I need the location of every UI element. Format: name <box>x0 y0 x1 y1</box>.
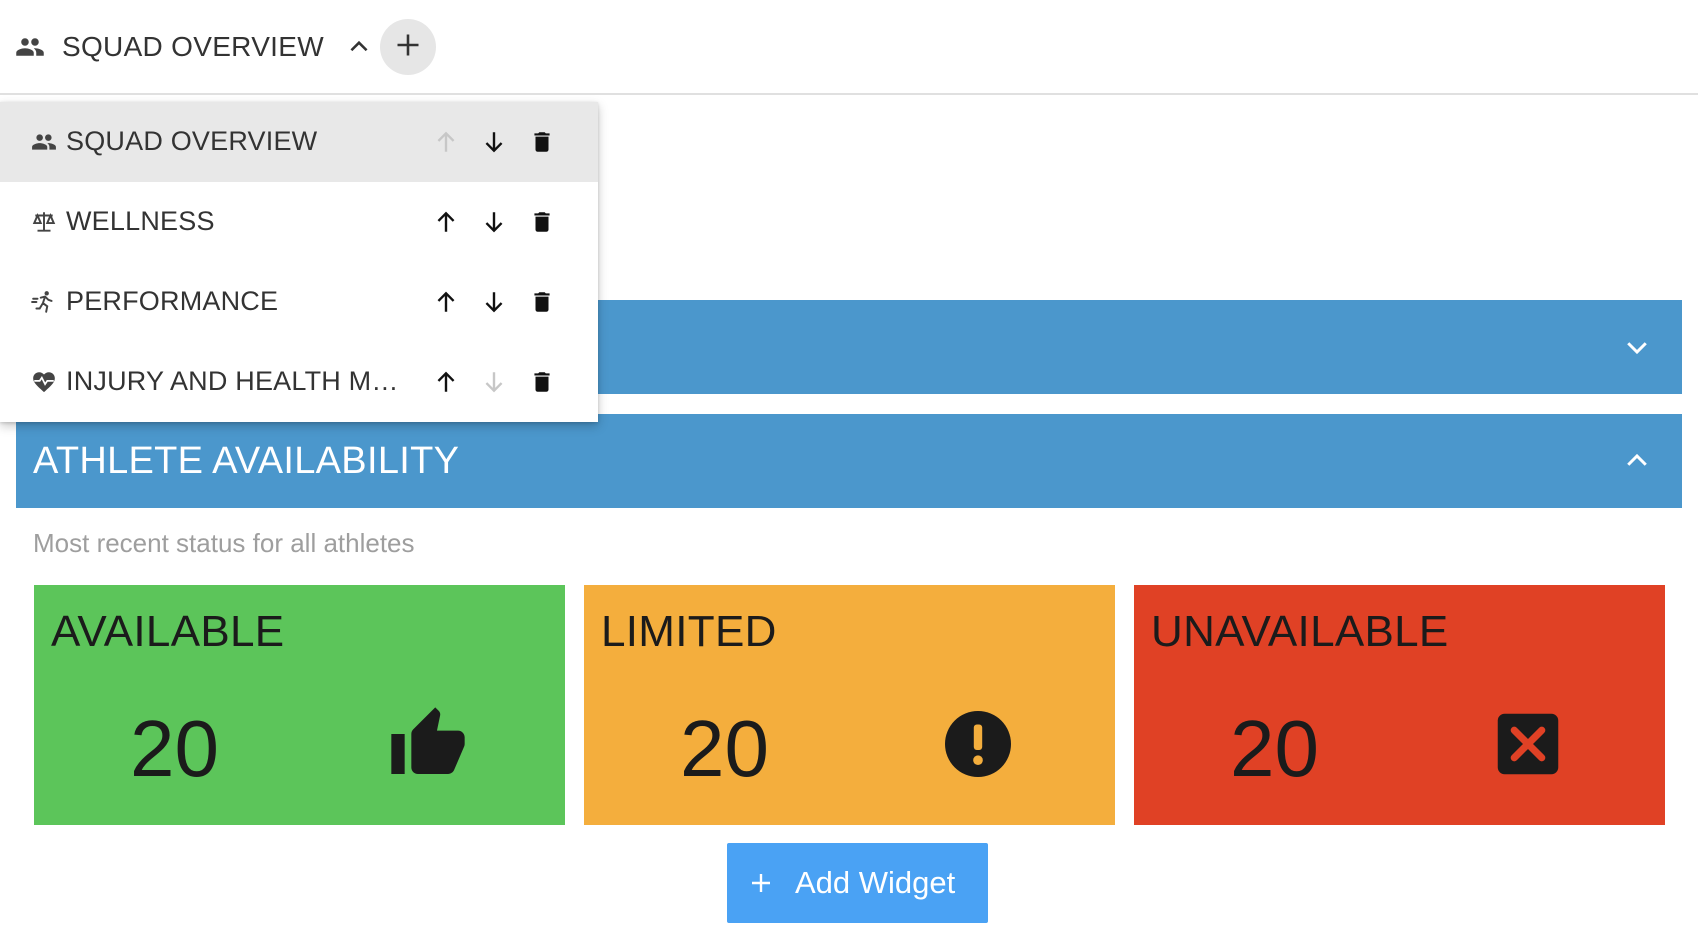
menu-item-performance[interactable]: PERFORMANCE <box>0 262 598 342</box>
top-bar: SQUAD OVERVIEW <box>0 0 1698 95</box>
menu-item-injury-and-health[interactable]: INJURY AND HEALTH MA… <box>0 342 598 422</box>
running-person-icon <box>30 288 58 316</box>
card-title: UNAVAILABLE <box>1151 607 1449 656</box>
card-title: AVAILABLE <box>51 607 285 656</box>
unavailable-card: UNAVAILABLE 20 <box>1134 585 1665 825</box>
add-widget-label: Add Widget <box>795 865 956 900</box>
group-icon <box>14 31 46 63</box>
chevron-up-icon[interactable] <box>1622 446 1652 476</box>
delete-button[interactable] <box>526 206 558 238</box>
available-card: AVAILABLE 20 <box>34 585 565 825</box>
move-up-button[interactable] <box>430 366 462 398</box>
menu-item-label: WELLNESS <box>66 206 215 236</box>
delete-button[interactable] <box>526 126 558 158</box>
card-value: 20 <box>1230 704 1319 793</box>
chevron-down-icon[interactable] <box>1622 332 1652 362</box>
menu-item-label: SQUAD OVERVIEW <box>66 126 318 156</box>
card-title: LIMITED <box>601 607 777 656</box>
close-box-icon <box>1486 702 1570 786</box>
dashboard-selector[interactable]: SQUAD OVERVIEW <box>14 22 374 72</box>
athlete-availability-header[interactable]: ATHLETE AVAILABILITY <box>16 414 1682 508</box>
panel-title: ATHLETE AVAILABILITY <box>33 440 460 482</box>
menu-item-label: PERFORMANCE <box>66 286 279 316</box>
card-value: 20 <box>130 704 219 793</box>
move-down-button[interactable] <box>478 286 510 318</box>
availability-cards: AVAILABLE 20 LIMITED 20 UNAVAILABLE 20 <box>34 585 1665 825</box>
exclamation-circle-icon <box>936 702 1020 786</box>
chevron-up-icon[interactable] <box>344 32 374 62</box>
panel-subtitle: Most recent status for all athletes <box>33 528 415 558</box>
delete-button[interactable] <box>526 286 558 318</box>
current-dashboard-label: SQUAD OVERVIEW <box>62 31 324 62</box>
heart-pulse-icon <box>30 368 58 396</box>
group-icon <box>30 128 58 156</box>
scale-balance-icon <box>30 208 58 236</box>
menu-item-wellness[interactable]: WELLNESS <box>0 182 598 262</box>
menu-item-squad-overview[interactable]: SQUAD OVERVIEW <box>0 102 598 182</box>
move-up-button <box>430 126 462 158</box>
move-up-button[interactable] <box>430 206 462 238</box>
move-down-button <box>478 366 510 398</box>
delete-button[interactable] <box>526 366 558 398</box>
dashboard-menu: SQUAD OVERVIEW WELLNESS PERFORMANCE INJU… <box>0 102 598 422</box>
thumbs-up-icon <box>386 702 470 786</box>
menu-item-label: INJURY AND HEALTH MA… <box>66 366 406 396</box>
plus-icon <box>746 868 776 898</box>
move-down-button[interactable] <box>478 126 510 158</box>
move-down-button[interactable] <box>478 206 510 238</box>
add-dashboard-button[interactable] <box>380 19 436 75</box>
add-widget-button[interactable]: Add Widget <box>727 843 988 923</box>
move-up-button[interactable] <box>430 286 462 318</box>
plus-icon <box>394 31 422 64</box>
limited-card: LIMITED 20 <box>584 585 1115 825</box>
card-value: 20 <box>680 704 769 793</box>
